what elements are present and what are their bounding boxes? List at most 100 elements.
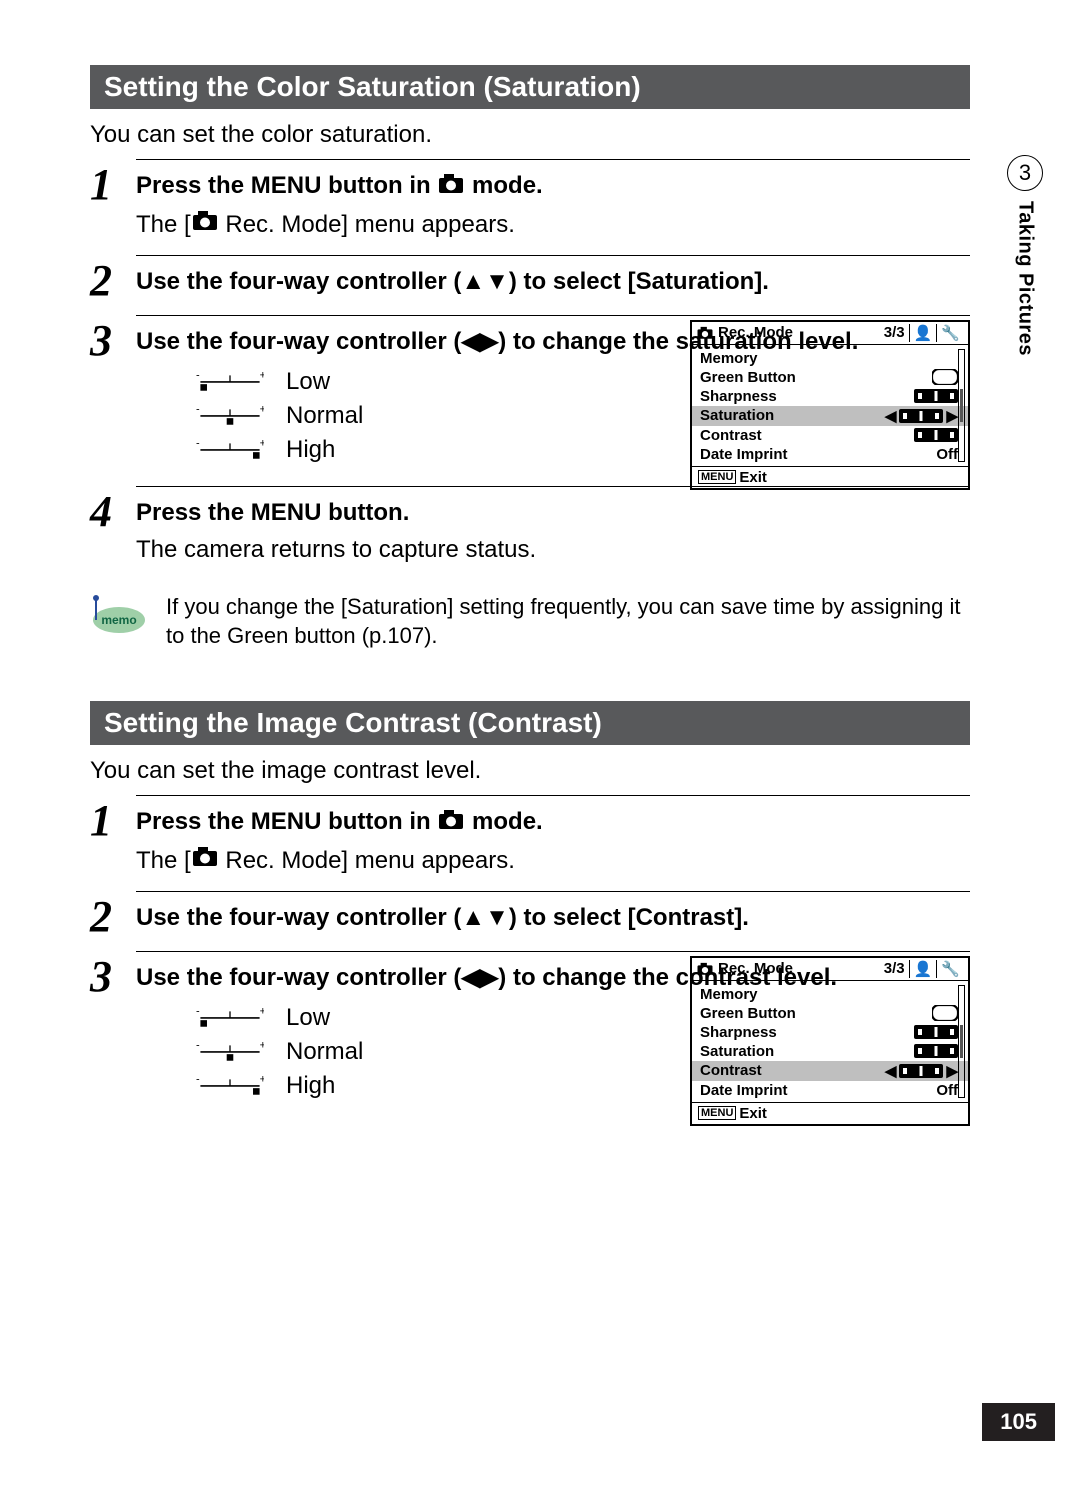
camera-icon [437, 807, 465, 831]
lcd-row-value: Off [936, 446, 958, 463]
scrollbar [958, 349, 965, 462]
step-number: 2 [90, 891, 136, 939]
slider-indicator-icon [914, 1025, 958, 1039]
t: Rec. Mode] menu appears. [219, 211, 515, 238]
level-label: High [286, 436, 335, 464]
menu-word: MENU [251, 808, 322, 835]
menu-box-icon: MENU [698, 1106, 736, 1120]
camera-icon [191, 208, 219, 232]
step-subtext: The [ Rec. Mode] menu appears. [136, 844, 970, 875]
slider-high-icon [196, 439, 264, 461]
step-number: 4 [90, 486, 136, 534]
level-label: Low [286, 1004, 330, 1032]
slider-low-icon [196, 1007, 264, 1029]
lcd-screenshot-saturation: Rec. Mode 3/3 👤🔧 Memory Green Button Sha… [690, 320, 970, 490]
step-title: Use the four-way controller (▲▼) to sele… [136, 902, 970, 934]
person-icon: 👤 [909, 324, 937, 342]
step-number: 1 [90, 795, 136, 843]
level-label: Normal [286, 402, 363, 430]
lcd-title: Rec. Mode [718, 960, 793, 977]
lcd-row-label: Contrast [700, 1062, 762, 1079]
lcd-row-label: Saturation [700, 1043, 774, 1060]
slider-normal-icon [196, 1041, 264, 1063]
step-number: 2 [90, 255, 136, 303]
left-arrow-icon: ◀ [885, 1062, 897, 1080]
step-2: 2 Use the four-way controller (▲▼) to se… [90, 255, 970, 306]
lcd-page: 3/3 [884, 324, 905, 341]
slider-low-icon [196, 371, 264, 393]
slider-indicator-icon [914, 389, 958, 403]
t: Press the [136, 499, 251, 526]
step-3: 3 Use the four-way controller (◀▶) to ch… [90, 315, 970, 478]
page-number: 105 [982, 1403, 1055, 1441]
section-heading-saturation: Setting the Color Saturation (Saturation… [90, 65, 970, 109]
lcd-row-value: Off [936, 1082, 958, 1099]
lcd-screenshot-contrast: Rec. Mode 3/3 👤🔧 Memory Green Button Sha… [690, 956, 970, 1126]
t: Rec. Mode] menu appears. [219, 847, 515, 874]
t: button in [321, 172, 437, 199]
green-button-icon [932, 369, 958, 385]
left-arrow-icon: ◀ [885, 407, 897, 425]
step-4: 4 Press the MENU button. The camera retu… [90, 486, 970, 571]
t: button in [321, 808, 437, 835]
lcd-title: Rec. Mode [718, 324, 793, 341]
lcd-row-label: Date Imprint [700, 446, 788, 463]
lcd-exit: Exit [739, 469, 767, 486]
lcd-row-label: Sharpness [700, 1024, 777, 1041]
lcd-row-label: Memory [700, 986, 758, 1003]
memo-icon: memo [90, 594, 148, 636]
slider-indicator-icon [899, 1064, 943, 1078]
camera-icon [437, 171, 465, 195]
slider-indicator-icon [914, 1044, 958, 1058]
svg-text:memo: memo [101, 613, 136, 627]
lcd-row-label: Green Button [700, 1005, 796, 1022]
right-arrow-icon: ▶ [946, 1062, 958, 1080]
step-subtext: The camera returns to capture status. [136, 536, 970, 564]
step-1-b: 1 Press the MENU button in mode. The [ R… [90, 795, 970, 883]
step-number: 3 [90, 951, 136, 999]
lcd-row-label: Sharpness [700, 388, 777, 405]
memo-note: memo If you change the [Saturation] sett… [90, 592, 970, 651]
step-number: 1 [90, 159, 136, 207]
chapter-number-circle: 3 [1007, 155, 1043, 191]
slider-indicator-icon [899, 409, 943, 423]
level-label: Normal [286, 1038, 363, 1066]
menu-box-icon: MENU [698, 470, 736, 484]
lcd-exit: Exit [739, 1105, 767, 1122]
step-title: Press the MENU button in mode. [136, 170, 970, 202]
camera-icon [191, 844, 219, 868]
step-title: Use the four-way controller (▲▼) to sele… [136, 266, 970, 298]
wrench-icon: 🔧 [936, 324, 964, 342]
t: The [ [136, 211, 191, 238]
step-subtext: The [ Rec. Mode] menu appears. [136, 208, 970, 239]
chapter-title: Taking Pictures [1014, 201, 1037, 356]
step-3-b: 3 Use the four-way controller (◀▶) to ch… [90, 951, 970, 1114]
intro-text: You can set the image contrast level. [90, 757, 970, 785]
step-number: 3 [90, 315, 136, 363]
level-label: High [286, 1072, 335, 1100]
section-heading-contrast: Setting the Image Contrast (Contrast) [90, 701, 970, 745]
menu-word: MENU [251, 499, 322, 526]
intro-text: You can set the color saturation. [90, 121, 970, 149]
t: The [ [136, 847, 191, 874]
lcd-row-label: Date Imprint [700, 1082, 788, 1099]
camera-icon [696, 325, 714, 340]
memo-text: If you change the [Saturation] setting f… [166, 592, 970, 651]
slider-indicator-icon [914, 428, 958, 442]
lcd-row-label: Green Button [700, 369, 796, 386]
t: Press the [136, 808, 251, 835]
t: mode. [465, 172, 542, 199]
t: button. [321, 499, 409, 526]
step-title: Press the MENU button. [136, 497, 970, 529]
camera-icon [696, 961, 714, 976]
wrench-icon: 🔧 [936, 960, 964, 978]
t: mode. [465, 808, 542, 835]
level-label: Low [286, 368, 330, 396]
lcd-page: 3/3 [884, 960, 905, 977]
scrollbar [958, 985, 965, 1098]
green-button-icon [932, 1005, 958, 1021]
side-tab: 3 Taking Pictures [990, 155, 1060, 356]
slider-normal-icon [196, 405, 264, 427]
t: Press the [136, 172, 251, 199]
step-1: 1 Press the MENU button in mode. The [ R… [90, 159, 970, 247]
